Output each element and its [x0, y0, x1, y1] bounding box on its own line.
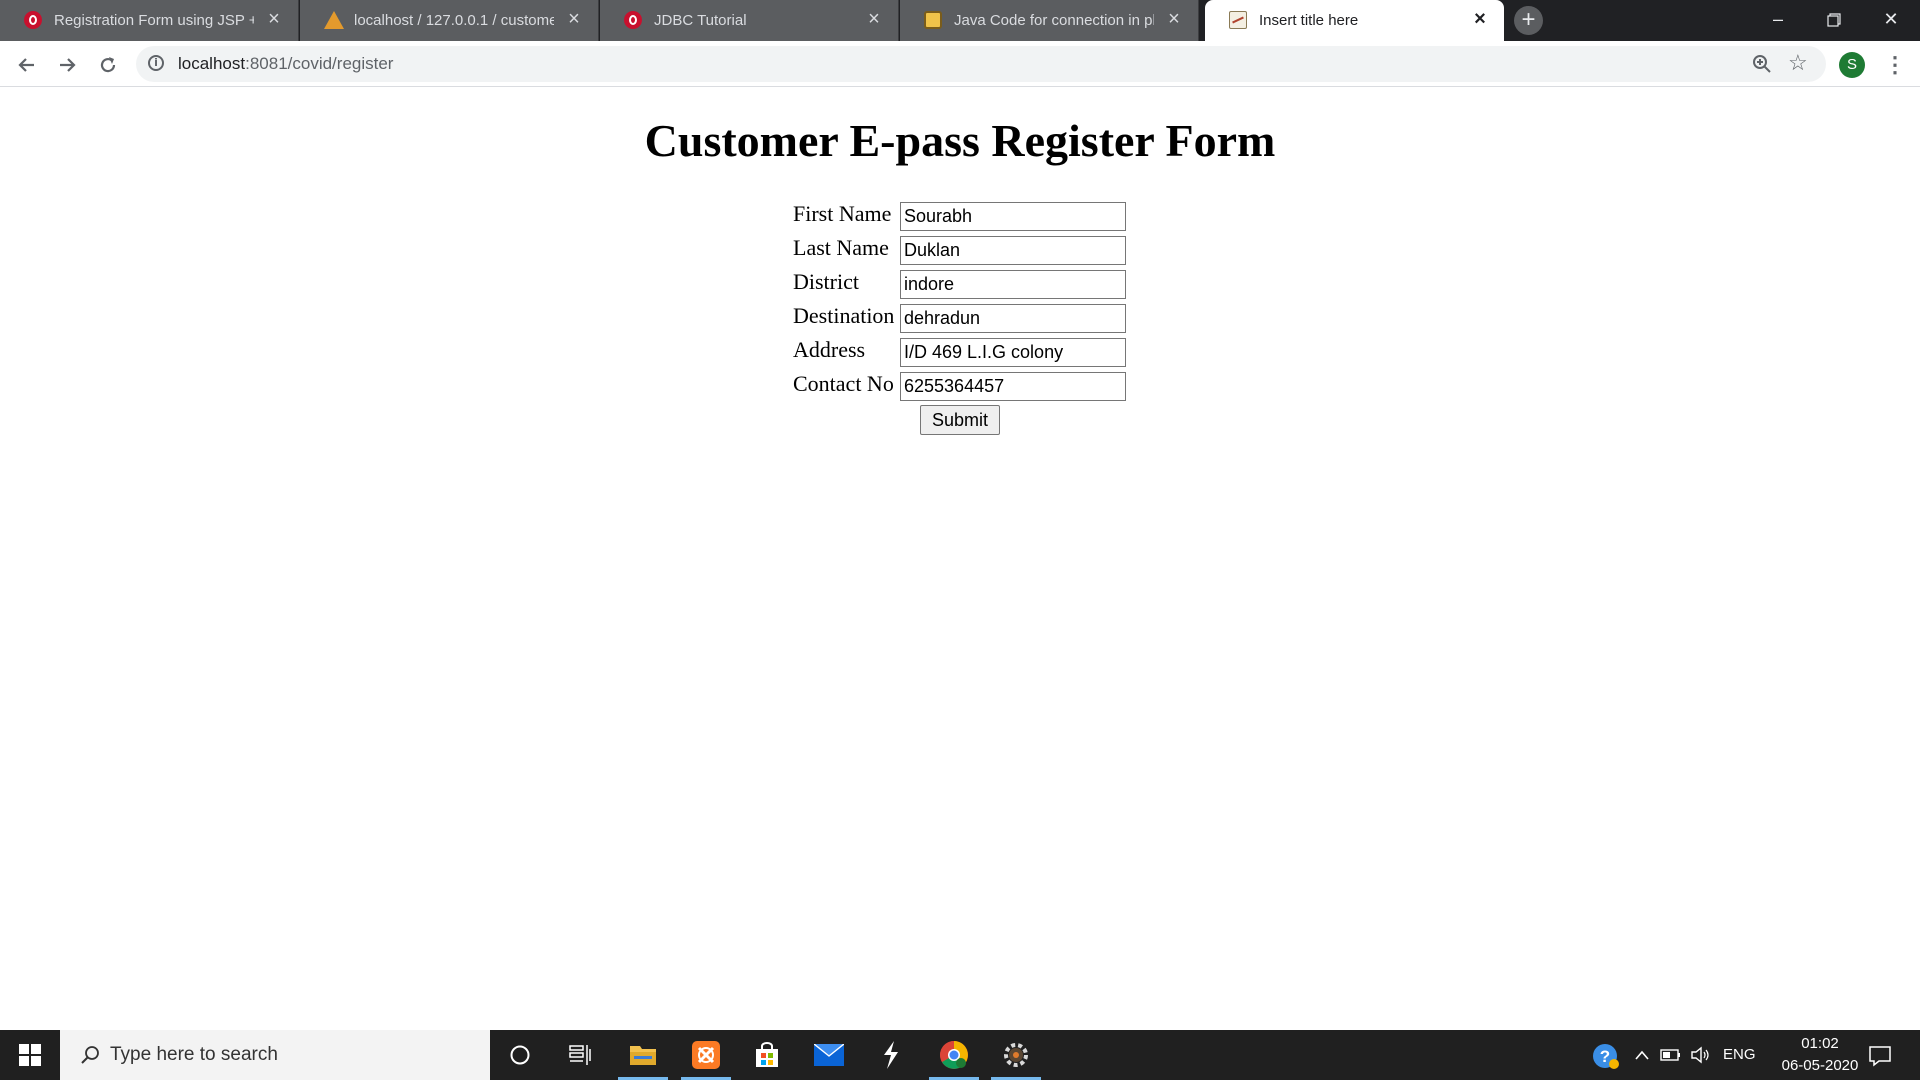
first-name-field[interactable] [900, 202, 1126, 231]
restore-button[interactable] [1805, 0, 1863, 41]
tab-insert-title[interactable]: Insert title here × [1205, 0, 1504, 41]
url-path: :8081/covid/register [245, 54, 394, 73]
tab-title: JDBC Tutorial [654, 12, 747, 29]
url-text[interactable]: localhost:8081/covid/register [178, 54, 393, 74]
settings-app-button[interactable] [991, 1030, 1041, 1080]
address-bar[interactable]: i localhost:8081/covid/register ☆ [136, 46, 1826, 82]
new-tab-button[interactable]: + [1514, 6, 1543, 35]
task-view-button[interactable] [556, 1030, 606, 1080]
tab-title: Registration Form using JSP + Sp [54, 12, 254, 29]
eclipse-icon [884, 1041, 898, 1069]
file-explorer-icon [630, 1046, 656, 1065]
speaker-icon[interactable] [1690, 1046, 1712, 1064]
battery-icon[interactable] [1660, 1048, 1682, 1062]
chevron-up-icon[interactable] [1634, 1048, 1650, 1062]
close-icon[interactable]: × [1164, 9, 1184, 29]
close-icon[interactable]: × [564, 9, 584, 29]
forward-button[interactable] [52, 50, 82, 80]
url-host: localhost [178, 54, 246, 73]
contact-no-field[interactable] [900, 372, 1126, 401]
destination-label: Destination [793, 303, 895, 328]
back-button[interactable] [12, 50, 42, 80]
store-button[interactable] [742, 1030, 792, 1080]
tab-title: localhost / 127.0.0.1 / customers [354, 12, 554, 29]
jsp-favicon-icon [624, 11, 642, 29]
tab-title: Java Code for connection in php [954, 12, 1154, 29]
back-arrow-icon [18, 58, 34, 72]
avatar[interactable]: S [1839, 52, 1865, 78]
eclipse-button[interactable] [866, 1030, 916, 1080]
help-icon[interactable]: ? [1592, 1043, 1620, 1071]
store-icon [756, 1042, 778, 1067]
restore-icon [1827, 13, 1841, 27]
contact-no-label: Contact No [793, 371, 894, 396]
zoom-icon[interactable] [1750, 52, 1774, 76]
browser-tab-strip: Registration Form using JSP + Sp × local… [0, 0, 1920, 41]
first-name-label: First Name [793, 201, 892, 226]
reload-icon [100, 57, 116, 73]
phpmyadmin-favicon-icon [324, 11, 344, 29]
address-field[interactable] [900, 338, 1126, 367]
tab-title: Insert title here [1259, 12, 1359, 29]
jsp-favicon-icon [24, 11, 42, 29]
taskbar-search-box[interactable]: Type here to search [60, 1030, 490, 1080]
bookmark-star-icon[interactable]: ☆ [1788, 50, 1808, 76]
settings-gear-icon [1004, 1043, 1028, 1067]
windows-taskbar: Type here to search ? ENG 01:02 06-05-20… [0, 1030, 1920, 1080]
cortana-icon [510, 1045, 530, 1065]
page-content: Customer E-pass Register Form First Name… [0, 88, 1920, 1030]
district-field[interactable] [900, 270, 1126, 299]
forward-arrow-icon [60, 58, 76, 72]
tab-java-code[interactable]: Java Code for connection in php × [900, 0, 1199, 41]
browser-toolbar: i localhost:8081/covid/register ☆ S ⋮ [0, 41, 1920, 87]
reload-button[interactable] [93, 50, 123, 80]
language-indicator[interactable]: ENG [1723, 1046, 1756, 1063]
document-favicon-icon [1229, 11, 1247, 29]
chrome-button[interactable] [929, 1030, 979, 1080]
address-label: Address [793, 337, 866, 362]
minimize-button[interactable]: – [1749, 0, 1807, 41]
browser-menu-icon[interactable]: ⋮ [1884, 51, 1906, 79]
clock-time[interactable]: 01:02 [1790, 1035, 1850, 1052]
xampp-icon [692, 1041, 720, 1069]
page-title: Customer E-pass Register Form [644, 115, 1276, 166]
close-icon[interactable]: × [1470, 9, 1490, 29]
start-button[interactable] [0, 1030, 60, 1080]
chrome-icon [940, 1041, 968, 1069]
file-explorer-button[interactable] [618, 1030, 668, 1080]
task-view-icon [569, 1045, 591, 1065]
close-window-button[interactable]: ✕ [1862, 0, 1920, 41]
svg-text:?: ? [1600, 1047, 1610, 1066]
search-icon [81, 1046, 99, 1064]
submit-button[interactable]: Submit [920, 405, 1000, 435]
java-favicon-icon [924, 11, 942, 29]
tab-registration-form[interactable]: Registration Form using JSP + Sp × [0, 0, 299, 41]
mail-button[interactable] [804, 1030, 854, 1080]
clock-date[interactable]: 06-05-2020 [1770, 1057, 1870, 1074]
cortana-button[interactable] [495, 1030, 545, 1080]
destination-field[interactable] [900, 304, 1126, 333]
last-name-label: Last Name [793, 235, 889, 260]
info-icon[interactable]: i [148, 55, 164, 71]
notification-icon[interactable] [1868, 1044, 1892, 1068]
close-icon[interactable]: × [264, 9, 284, 29]
close-icon[interactable]: × [864, 9, 884, 29]
mail-icon [814, 1044, 844, 1066]
district-label: District [793, 269, 859, 294]
tab-jdbc-tutorial[interactable]: JDBC Tutorial × [600, 0, 899, 41]
search-placeholder: Type here to search [110, 1044, 278, 1065]
tab-phpmyadmin[interactable]: localhost / 127.0.0.1 / customers × [300, 0, 599, 41]
last-name-field[interactable] [900, 236, 1126, 265]
windows-logo-icon [19, 1044, 41, 1066]
xampp-button[interactable] [681, 1030, 731, 1080]
